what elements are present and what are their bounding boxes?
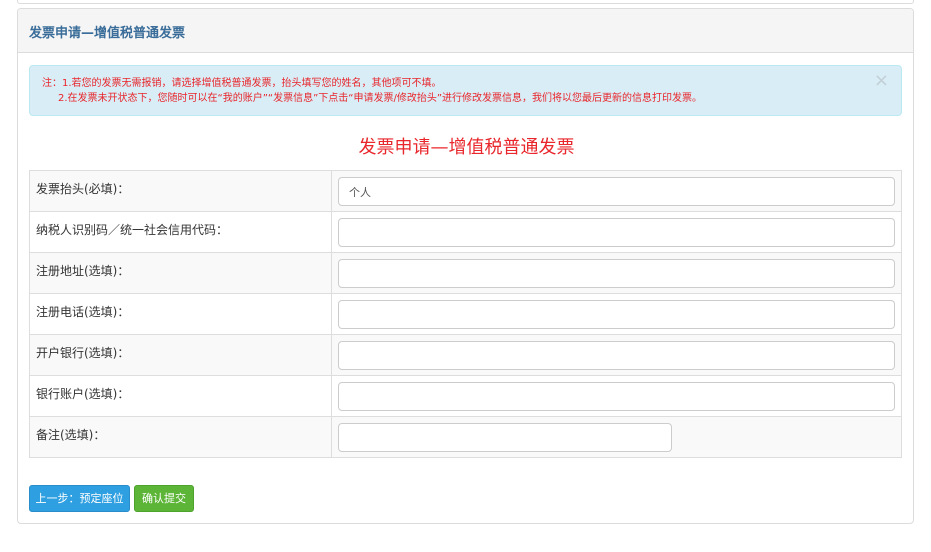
- invoice-form-table: 发票抬头(必填)： 纳税人识别码／统一社会信用代码： 注册地址(选填)： 注册电…: [29, 170, 902, 458]
- bank-input[interactable]: [338, 341, 895, 370]
- bank-account-label: 银行账户(选填)：: [29, 375, 332, 417]
- phone-label: 注册电话(选填)：: [29, 293, 332, 335]
- panel-heading: 发票申请—增值税普通发票: [18, 9, 913, 53]
- form-row-phone: 注册电话(选填)：: [29, 293, 902, 335]
- tax-id-input[interactable]: [338, 218, 895, 247]
- phone-input[interactable]: [338, 300, 895, 329]
- notice-line-2: 2.在发票未开状态下，您随时可以在“我的账户”“发票信息”下点击“申请发票/修改…: [58, 93, 702, 104]
- tax-id-label: 纳税人识别码／统一社会信用代码：: [29, 211, 332, 253]
- notice-line-1: 注：1.若您的发票无需报销，请选择增值税普通发票，抬头填写您的姓名，其他项可不填…: [42, 78, 442, 89]
- invoice-header-label: 发票抬头(必填)：: [29, 170, 332, 212]
- previous-step-button[interactable]: 上一步：预定座位: [29, 485, 130, 512]
- invoice-panel: 发票申请—增值税普通发票 注：1.若您的发票无需报销，请选择增值税普通发票，抬头…: [17, 8, 914, 524]
- close-icon[interactable]: ×: [874, 72, 889, 90]
- confirm-submit-button[interactable]: 确认提交: [134, 485, 194, 512]
- form-row-bank-account: 银行账户(选填)：: [29, 375, 902, 417]
- bank-label: 开户银行(选填)：: [29, 334, 332, 376]
- form-row-remarks: 备注(选填)：: [29, 416, 902, 458]
- form-row-address: 注册地址(选填)：: [29, 252, 902, 294]
- form-row-bank: 开户银行(选填)：: [29, 334, 902, 376]
- form-row-invoice-header: 发票抬头(必填)：: [29, 170, 902, 212]
- remarks-label: 备注(选填)：: [29, 416, 332, 458]
- address-input[interactable]: [338, 259, 895, 288]
- previous-panel-edge: [17, 0, 914, 4]
- form-title: 发票申请—增值税普通发票: [358, 137, 575, 158]
- invoice-header-input[interactable]: [338, 177, 895, 206]
- form-row-tax-id: 纳税人识别码／统一社会信用代码：: [29, 211, 902, 253]
- remarks-input[interactable]: [338, 423, 672, 452]
- address-label: 注册地址(选填)：: [29, 252, 332, 294]
- notice-alert: 注：1.若您的发票无需报销，请选择增值税普通发票，抬头填写您的姓名，其他项可不填…: [29, 65, 902, 116]
- bank-account-input[interactable]: [338, 382, 895, 411]
- panel-title: 发票申请—增值税普通发票: [29, 26, 186, 41]
